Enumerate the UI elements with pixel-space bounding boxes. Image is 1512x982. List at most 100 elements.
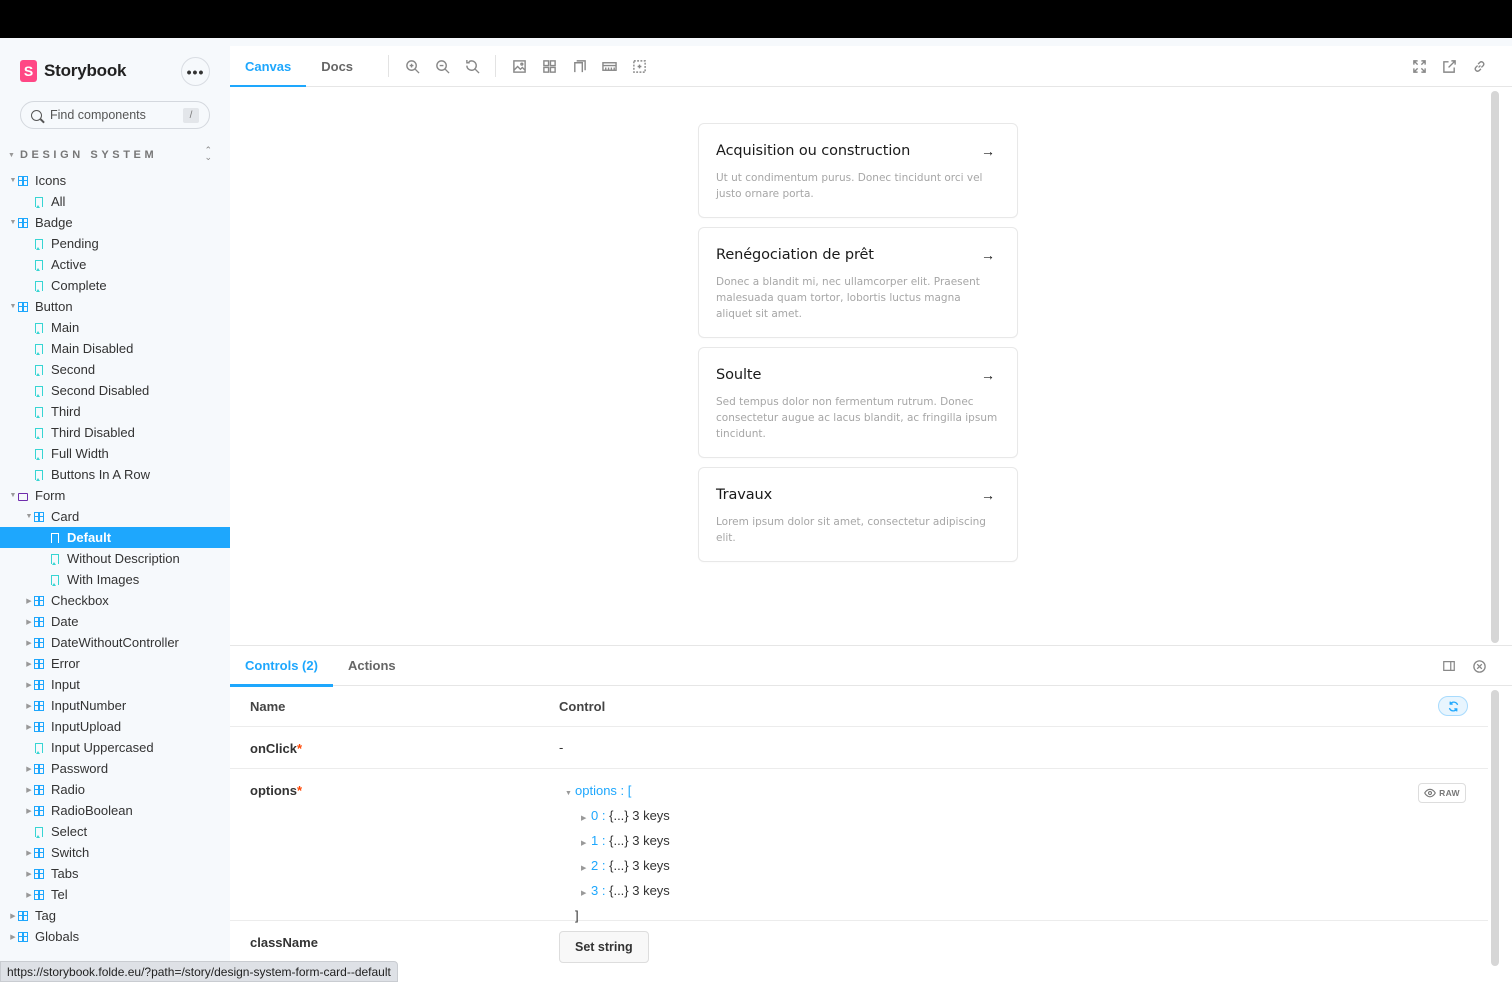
sidebar-item-inputnumber[interactable]: ▶ InputNumber (0, 695, 230, 716)
caret-right-icon[interactable]: ▶ (24, 597, 34, 605)
sidebar-item-with-images[interactable]: With Images (0, 569, 230, 590)
caret-down-icon[interactable]: ▼ (8, 492, 18, 499)
caret-right-icon[interactable]: ▶ (24, 891, 34, 899)
caret-down-icon[interactable]: ▼ (24, 513, 34, 520)
json-array-item[interactable]: ▶ 2 : {...} 3 keys (565, 855, 670, 880)
sidebar-item-main[interactable]: Main (0, 317, 230, 338)
sidebar-item-badge[interactable]: ▼ Badge (0, 212, 230, 233)
sidebar-item-input-uppercased[interactable]: Input Uppercased (0, 737, 230, 758)
search-input[interactable] (50, 108, 170, 122)
panel-orientation-icon[interactable] (1438, 655, 1460, 677)
sidebar-item-pending[interactable]: Pending (0, 233, 230, 254)
sidebar-item-tabs[interactable]: ▶ Tabs (0, 863, 230, 884)
sidebar-item-form[interactable]: ▼ Form (0, 485, 230, 506)
sidebar-item-main-disabled[interactable]: Main Disabled (0, 338, 230, 359)
caret-right-icon[interactable]: ▶ (24, 681, 34, 689)
sidebar-item-second-disabled[interactable]: Second Disabled (0, 380, 230, 401)
sidebar-item-card[interactable]: ▼ Card (0, 506, 230, 527)
background-icon[interactable] (504, 51, 534, 81)
folder-icon (18, 492, 28, 501)
search-icon (31, 109, 42, 121)
zoom-in-icon[interactable] (397, 51, 427, 81)
close-panel-icon[interactable] (1468, 655, 1490, 677)
measure-icon[interactable] (594, 51, 624, 81)
caret-right-icon[interactable]: ▶ (24, 765, 34, 773)
sidebar-item-without-description[interactable]: Without Description (0, 548, 230, 569)
sidebar-item-select[interactable]: Select (0, 821, 230, 842)
caret-right-icon[interactable]: ▶ (24, 639, 34, 647)
json-root[interactable]: ▼ options : [ (565, 780, 670, 805)
section-design-system[interactable]: ▼ DESIGN SYSTEM ⌃ ⌄ (8, 146, 222, 162)
sidebar-item-icons[interactable]: ▼ Icons (0, 170, 230, 191)
caret-down-icon[interactable]: ▼ (8, 219, 18, 226)
sidebar-item-full-width[interactable]: Full Width (0, 443, 230, 464)
sidebar-item-radioboolean[interactable]: ▶ RadioBoolean (0, 800, 230, 821)
set-string-button[interactable]: Set string (559, 931, 649, 963)
copy-link-icon[interactable] (1464, 51, 1494, 81)
sidebar-item-all[interactable]: All (0, 191, 230, 212)
sidebar-item-active[interactable]: Active (0, 254, 230, 275)
caret-right-icon[interactable]: ▶ (24, 618, 34, 626)
sidebar-item-label: Radio (51, 782, 85, 797)
sidebar-item-default[interactable]: Default (0, 527, 230, 548)
sidebar-item-tel[interactable]: ▶ Tel (0, 884, 230, 905)
sidebar-item-switch[interactable]: ▶ Switch (0, 842, 230, 863)
addons-scrollbar[interactable] (1491, 690, 1499, 966)
tab-canvas[interactable]: Canvas (230, 46, 307, 88)
grid-icon[interactable] (534, 51, 564, 81)
sidebar-item-error[interactable]: ▶ Error (0, 653, 230, 674)
sidebar-item-complete[interactable]: Complete (0, 275, 230, 296)
caret-right-icon[interactable]: ▶ (8, 933, 18, 941)
caret-right-icon[interactable]: ▶ (8, 912, 18, 920)
option-card[interactable]: Soulte → Sed tempus dolor non fermentum ru… (698, 347, 1018, 458)
option-card[interactable]: Travaux → Lorem ipsum dolor sit amet, cons… (698, 467, 1018, 562)
viewport-icon[interactable] (564, 51, 594, 81)
sidebar-item-buttons-in-a-row[interactable]: Buttons In A Row (0, 464, 230, 485)
sidebar-item-label: All (51, 194, 66, 209)
caret-right-icon[interactable]: ▶ (24, 702, 34, 710)
tab-actions[interactable]: Actions (333, 645, 411, 686)
caret-right-icon[interactable]: ▶ (24, 849, 34, 857)
sidebar-item-third[interactable]: Third (0, 401, 230, 422)
option-card[interactable]: Renégociation de prêt → Donec a blandit mi… (698, 227, 1018, 338)
sidebar-item-date[interactable]: ▶ Date (0, 611, 230, 632)
zoom-reset-icon[interactable] (457, 51, 487, 81)
caret-right-icon[interactable]: ▶ (24, 723, 34, 731)
tab-docs[interactable]: Docs (306, 46, 368, 87)
caret-right-icon[interactable]: ▶ (24, 807, 34, 815)
sidebar-menu-button[interactable]: ••• (181, 57, 210, 86)
json-array-item[interactable]: ▶ 3 : {...} 3 keys (565, 880, 670, 905)
canvas-scrollbar[interactable] (1491, 91, 1499, 643)
sidebar-item-password[interactable]: ▶ Password (0, 758, 230, 779)
search-box[interactable]: / (20, 101, 210, 129)
json-editor[interactable]: ▼ options : [ ▶ 0 : {...} 3 keys ▶ 1 : {...}… (565, 780, 670, 927)
sidebar-item-third-disabled[interactable]: Third Disabled (0, 422, 230, 443)
zoom-out-icon[interactable] (427, 51, 457, 81)
fullscreen-icon[interactable] (1404, 51, 1434, 81)
sidebar-item-datewithoutcontroller[interactable]: ▶ DateWithoutController (0, 632, 230, 653)
sidebar-item-button[interactable]: ▼ Button (0, 296, 230, 317)
sidebar-item-label: Input Uppercased (51, 740, 154, 755)
sidebar-item-globals[interactable]: ▶ Globals (0, 926, 230, 947)
sidebar-item-tag[interactable]: ▶ Tag (0, 905, 230, 926)
outline-icon[interactable] (624, 51, 654, 81)
open-new-tab-icon[interactable] (1434, 51, 1464, 81)
sidebar-item-second[interactable]: Second (0, 359, 230, 380)
caret-right-icon[interactable]: ▶ (24, 786, 34, 794)
option-card[interactable]: Acquisition ou construction → Ut ut condim… (698, 123, 1018, 218)
caret-right-icon[interactable]: ▶ (24, 870, 34, 878)
sidebar-item-radio[interactable]: ▶ Radio (0, 779, 230, 800)
sidebar-item-inputupload[interactable]: ▶ InputUpload (0, 716, 230, 737)
raw-toggle-button[interactable]: RAW (1418, 783, 1466, 803)
json-array-item[interactable]: ▶ 1 : {...} 3 keys (565, 830, 670, 855)
tab-controls[interactable]: Controls (2) (230, 645, 333, 687)
sidebar-item-checkbox[interactable]: ▶ Checkbox (0, 590, 230, 611)
caret-down-icon[interactable]: ▼ (8, 303, 18, 310)
caret-down-icon[interactable]: ▼ (8, 177, 18, 184)
caret-right-icon[interactable]: ▶ (24, 660, 34, 668)
sidebar-item-input[interactable]: ▶ Input (0, 674, 230, 695)
reset-controls-button[interactable] (1438, 696, 1468, 716)
json-array-item[interactable]: ▶ 0 : {...} 3 keys (565, 805, 670, 830)
expand-collapse-icon[interactable]: ⌃ ⌄ (204, 146, 212, 162)
brand[interactable]: S Storybook (20, 60, 126, 82)
